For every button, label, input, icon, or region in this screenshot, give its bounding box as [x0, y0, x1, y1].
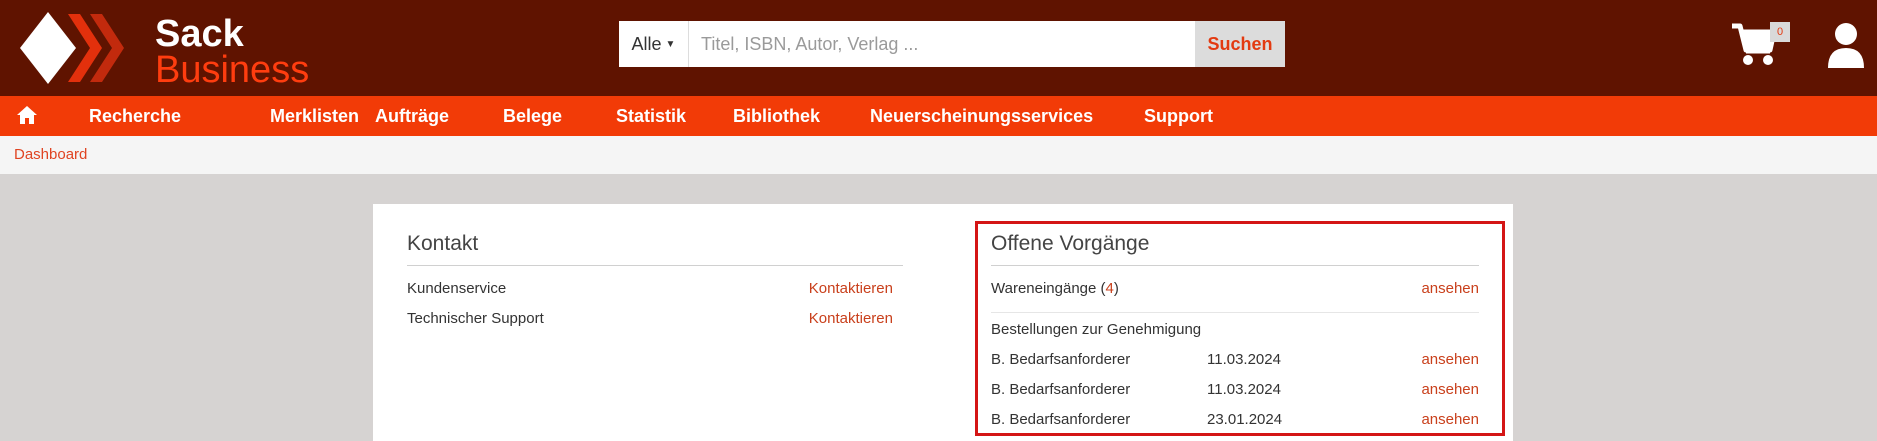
- order-row: B. Bedarfsanforderer 23.01.2024 ansehen: [991, 403, 1479, 433]
- order-date: 11.03.2024: [1207, 351, 1281, 368]
- genehmigung-heading-row: Bestellungen zur Genehmigung: [991, 313, 1479, 343]
- ansehen-link[interactable]: ansehen: [1421, 381, 1479, 398]
- nav-item-belege[interactable]: Belege: [503, 96, 562, 136]
- genehmigung-title: Bestellungen zur Genehmigung: [991, 321, 1202, 338]
- nav-item-neuerscheinungsservices[interactable]: Neuerscheinungsservices: [870, 96, 1093, 136]
- kontakt-section: Kontakt Kundenservice Kontaktieren Techn…: [407, 232, 903, 332]
- sack-business-logo[interactable]: Sack Business: [18, 10, 338, 91]
- kontaktieren-link[interactable]: Kontaktieren: [809, 310, 893, 327]
- kontakt-row-label: Technischer Support: [407, 310, 544, 327]
- nav-item-statistik[interactable]: Statistik: [616, 96, 686, 136]
- kontakt-row-label: Kundenservice: [407, 280, 507, 297]
- home-icon[interactable]: [16, 105, 38, 125]
- nav-item-merklisten[interactable]: Merklisten: [270, 96, 359, 136]
- nav-item-bibliothek[interactable]: Bibliothek: [733, 96, 820, 136]
- nav-item-auftraege[interactable]: Aufträge: [375, 96, 449, 136]
- ansehen-link[interactable]: ansehen: [1421, 351, 1479, 368]
- cart-count-badge: 0: [1770, 22, 1790, 42]
- order-name: B. Bedarfsanforderer: [991, 411, 1131, 428]
- offene-vorgaenge-title: Offene Vorgänge: [991, 232, 1479, 266]
- kontakt-row: Technischer Support Kontaktieren: [407, 302, 903, 332]
- logo-line1: Sack: [155, 13, 244, 55]
- top-header: Sack Business Alle ▼ Suchen 0: [0, 0, 1877, 96]
- search-scope-select[interactable]: Alle ▼: [619, 21, 689, 67]
- logo-text: Sack Business: [155, 13, 310, 91]
- nav-item-recherche[interactable]: Recherche: [89, 96, 181, 136]
- chevron-down-icon: ▼: [665, 38, 676, 50]
- main-nav: Recherche Merklisten Aufträge Belege Sta…: [0, 96, 1877, 136]
- order-name: B. Bedarfsanforderer: [991, 351, 1131, 368]
- breadcrumb-dashboard[interactable]: Dashboard: [14, 146, 87, 163]
- kontaktieren-link[interactable]: Kontaktieren: [809, 280, 893, 297]
- breadcrumb: Dashboard: [0, 136, 1877, 174]
- search-bar: Alle ▼ Suchen: [619, 21, 1285, 67]
- search-input[interactable]: [689, 21, 1195, 67]
- kontakt-title: Kontakt: [407, 232, 903, 266]
- order-date: 11.03.2024: [1207, 381, 1281, 398]
- nav-item-support[interactable]: Support: [1144, 96, 1213, 136]
- wareneingaenge-text: Wareneingänge: [991, 280, 1097, 297]
- search-scope-value: Alle: [631, 33, 662, 54]
- order-row: B. Bedarfsanforderer 11.03.2024 ansehen: [991, 343, 1479, 373]
- order-date: 23.01.2024: [1207, 411, 1283, 428]
- logo-icon: [20, 12, 124, 84]
- ansehen-link[interactable]: ansehen: [1421, 280, 1479, 297]
- user-icon[interactable]: [1826, 22, 1866, 68]
- search-button[interactable]: Suchen: [1195, 21, 1285, 67]
- order-name: B. Bedarfsanforderer: [991, 381, 1131, 398]
- ansehen-link[interactable]: ansehen: [1421, 411, 1479, 428]
- wareneingaenge-count: 4: [1105, 280, 1114, 297]
- wareneingaenge-label: Wareneingänge (4): [991, 280, 1119, 297]
- wareneingaenge-row: Wareneingänge (4) ansehen: [991, 272, 1479, 302]
- logo-line2: Business: [155, 49, 310, 91]
- dashboard-panel: Kontakt Kundenservice Kontaktieren Techn…: [373, 204, 1513, 441]
- offene-vorgaenge-section: Offene Vorgänge Wareneingänge (4) ansehe…: [975, 221, 1505, 436]
- kontakt-row: Kundenservice Kontaktieren: [407, 272, 903, 302]
- order-row: B. Bedarfsanforderer 11.03.2024 ansehen: [991, 373, 1479, 403]
